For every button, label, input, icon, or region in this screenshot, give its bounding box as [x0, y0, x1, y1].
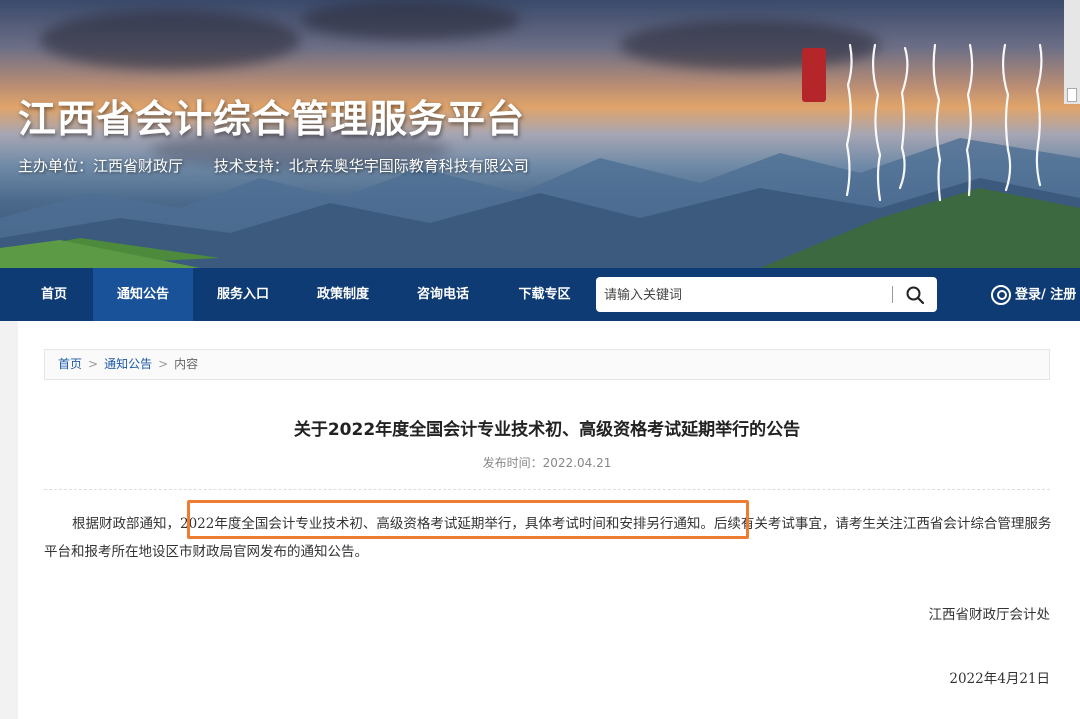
publish-time: 发布时间：2022.04.21 — [482, 456, 612, 470]
nav-item-services[interactable]: 服务入口 — [193, 268, 293, 321]
breadcrumb-separator: > — [88, 357, 99, 371]
article-signoff: 江西省财政厅会计处 — [928, 607, 1051, 623]
user-icon — [991, 285, 1011, 305]
host-unit: 主办单位：江西省财政厅 — [18, 157, 184, 175]
breadcrumb-current: 内容 — [174, 357, 199, 371]
search-box — [596, 277, 937, 312]
body-lead: 根据财政部通知， — [72, 516, 180, 532]
search-icon[interactable] — [905, 285, 925, 305]
calligraphy-poem — [845, 43, 1043, 202]
scrollbar[interactable] — [1064, 0, 1080, 104]
breadcrumb-separator: > — [158, 357, 169, 371]
nav-item-home[interactable]: 首页 — [17, 268, 91, 321]
divider — [44, 489, 1050, 490]
breadcrumb: 首页 > 通知公告 > 内容 — [44, 349, 1050, 380]
scrollbar-thumb[interactable] — [1067, 88, 1077, 102]
search-input[interactable] — [604, 284, 884, 306]
header-banner: 江西省会计综合管理服务平台 主办单位：江西省财政厅 技术支持：北京东奥华宇国际教… — [0, 0, 1080, 268]
seal-stamp — [802, 48, 826, 102]
site-subtitle: 主办单位：江西省财政厅 技术支持：北京东奥华宇国际教育科技有限公司 — [18, 155, 555, 176]
nav-item-notices[interactable]: 通知公告 — [93, 268, 193, 321]
login-register-link[interactable]: 登录/ 注册 — [991, 285, 1076, 305]
nav-item-hotline[interactable]: 咨询电话 — [393, 268, 493, 321]
search-divider — [892, 286, 893, 303]
site-title: 江西省会计综合管理服务平台 — [18, 97, 526, 141]
breadcrumb-notices[interactable]: 通知公告 — [104, 357, 152, 371]
article-date: 2022年4月21日 — [949, 671, 1050, 687]
tech-support: 技术支持：北京东奥华宇国际教育科技有限公司 — [213, 157, 529, 175]
highlight-box — [187, 500, 749, 539]
breadcrumb-home[interactable]: 首页 — [58, 357, 82, 371]
nav-item-policies[interactable]: 政策制度 — [293, 268, 393, 321]
article-title: 关于2022年度全国会计专业技术初、高级资格考试延期举行的公告 — [293, 420, 801, 440]
login-label: 登录/ 注册 — [1015, 287, 1077, 303]
nav-item-downloads[interactable]: 下载专区 — [493, 268, 596, 321]
